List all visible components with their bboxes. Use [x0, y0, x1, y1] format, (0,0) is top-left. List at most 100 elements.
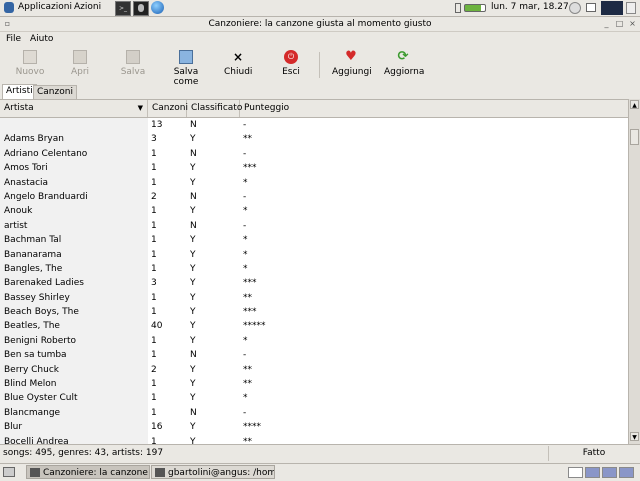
close-button[interactable]: × Chiudi	[224, 50, 252, 77]
table-row[interactable]: Bassey Shirley 1 Y **	[0, 291, 628, 305]
cell-score: ****	[243, 422, 261, 433]
cell-rated: N	[190, 220, 197, 231]
table-row[interactable]: Blind Melon 1 Y **	[0, 377, 628, 391]
table-row[interactable]: Adriano Celentano 1 N -	[0, 147, 628, 161]
open-button[interactable]: Apri	[68, 50, 92, 77]
cell-artist: Amos Tori	[4, 163, 48, 174]
cell-score: **	[243, 134, 252, 145]
window-menu-icon[interactable]: ▫	[3, 19, 12, 28]
table-row[interactable]: Blue Oyster Cult 1 Y *	[0, 391, 628, 405]
window-list-icon[interactable]	[586, 3, 596, 12]
workspace-4[interactable]	[619, 467, 634, 478]
table-row[interactable]: Adams Bryan 3 Y **	[0, 132, 628, 146]
table-row[interactable]: Bananarama 1 Y *	[0, 248, 628, 262]
menu-file[interactable]: File	[6, 34, 21, 44]
artists-list[interactable]: Artista ▼ Canzoni Classificato Punteggio…	[0, 99, 628, 445]
applications-menu[interactable]: Applicazioni	[18, 2, 72, 12]
window-titlebar[interactable]: ▫ Canzoniere: la canzone giusta al momen…	[0, 17, 640, 32]
cell-songs: 1	[151, 235, 157, 246]
network-monitor-icon[interactable]	[601, 1, 623, 15]
tab-bar: Artisti Canzoni	[0, 84, 640, 99]
status-state: Fatto	[548, 446, 639, 461]
close-window-icon[interactable]: ×	[628, 19, 637, 28]
maximize-icon[interactable]: □	[615, 19, 624, 28]
table-row[interactable]: 13 N -	[0, 118, 628, 132]
save-as-button[interactable]: Salva come	[162, 50, 210, 87]
clock[interactable]: lun. 7 mar, 18.27	[491, 2, 569, 12]
cell-artist: Adriano Celentano	[4, 148, 88, 159]
taskbar-item-terminal[interactable]: gbartolini@angus: /home/g	[151, 465, 275, 479]
tab-songs[interactable]: Canzoni	[33, 85, 77, 99]
open-folder-icon	[73, 50, 87, 64]
system-tray-icon[interactable]	[626, 2, 636, 14]
cell-artist: Barenaked Ladies	[4, 278, 84, 289]
table-row[interactable]: Benigni Roberto 1 Y *	[0, 334, 628, 348]
table-row[interactable]: Beatles, The 40 Y *****	[0, 319, 628, 333]
menu-help[interactable]: Aiuto	[30, 34, 53, 44]
scroll-up-icon[interactable]: ▲	[630, 100, 639, 109]
column-header-artist[interactable]: Artista ▼	[0, 100, 148, 117]
table-row[interactable]: Beach Boys, The 1 Y ***	[0, 305, 628, 319]
show-desktop-icon[interactable]	[3, 467, 15, 477]
cell-score: *	[243, 393, 248, 404]
foot-icon[interactable]	[4, 2, 14, 13]
new-label: Nuovo	[15, 67, 45, 77]
cell-songs: 1	[151, 249, 157, 260]
cell-artist: Adams Bryan	[4, 134, 64, 145]
table-row[interactable]: Blancmange 1 N -	[0, 406, 628, 420]
scrollbar-thumb[interactable]	[630, 129, 639, 145]
table-row[interactable]: Anastacia 1 Y *	[0, 176, 628, 190]
cell-artist: Bachman Tal	[4, 235, 62, 246]
scroll-down-icon[interactable]: ▼	[630, 432, 639, 441]
workspace-2[interactable]	[585, 467, 600, 478]
new-button[interactable]: Nuovo	[15, 50, 45, 77]
refresh-button[interactable]: ⟳ Aggiorna	[384, 50, 424, 78]
cell-rated: Y	[190, 321, 196, 332]
minimize-icon[interactable]: _	[602, 19, 611, 28]
vertical-scrollbar[interactable]: ▲ ▼	[628, 99, 640, 444]
cell-rated: N	[190, 120, 197, 130]
cell-songs: 1	[151, 350, 157, 361]
cell-songs: 1	[151, 163, 157, 174]
quit-button[interactable]: ⏻ Esci	[281, 50, 301, 77]
column-header-songs[interactable]: Canzoni	[148, 100, 188, 117]
actions-menu[interactable]: Azioni	[74, 2, 101, 12]
volume-icon[interactable]	[569, 2, 581, 14]
table-row[interactable]: Anouk 1 Y *	[0, 204, 628, 218]
add-button[interactable]: ♥ Aggiungi	[332, 50, 372, 78]
workspace-3[interactable]	[602, 467, 617, 478]
cell-artist: Blur	[4, 422, 23, 433]
table-row[interactable]: artist 1 N -	[0, 219, 628, 233]
cell-rated: N	[190, 148, 197, 159]
table-row[interactable]: Berry Chuck 2 Y **	[0, 363, 628, 377]
cell-artist: Beatles, The	[4, 321, 60, 332]
taskbar-item-canzoniere[interactable]: Canzoniere: la canzone giu	[26, 465, 150, 479]
workspace-1[interactable]	[568, 467, 583, 478]
cell-artist: Anouk	[4, 206, 33, 217]
cell-score: -	[243, 407, 247, 418]
web-browser-icon[interactable]	[151, 1, 164, 14]
table-row[interactable]: Blur 16 Y ****	[0, 420, 628, 434]
cell-rated: Y	[190, 177, 196, 188]
cell-score: -	[243, 191, 247, 202]
save-label: Salva	[120, 67, 146, 77]
table-row[interactable]: Ben sa tumba 1 N -	[0, 348, 628, 362]
save-button[interactable]: Salva	[120, 50, 146, 77]
cell-songs: 1	[151, 263, 157, 274]
cell-rated: Y	[190, 393, 196, 404]
table-row[interactable]: Barenaked Ladies 3 Y ***	[0, 276, 628, 290]
table-row[interactable]: Angelo Branduardi 2 N -	[0, 190, 628, 204]
column-header-score[interactable]: Punteggio	[240, 100, 628, 117]
cell-songs: 1	[151, 335, 157, 346]
table-row[interactable]: Bachman Tal 1 Y *	[0, 233, 628, 247]
cell-score: -	[243, 350, 247, 361]
cell-artist: Blind Melon	[4, 379, 57, 390]
table-row[interactable]: Amos Tori 1 Y ***	[0, 161, 628, 175]
cell-rated: Y	[190, 364, 196, 375]
tab-artists[interactable]: Artisti	[2, 84, 37, 99]
table-row[interactable]: Bangles, The 1 Y *	[0, 262, 628, 276]
column-header-rated[interactable]: Classificato	[187, 100, 242, 117]
terminal-launcher-icon[interactable]: >_	[115, 1, 131, 16]
sort-down-icon: ▼	[137, 104, 143, 112]
app-launcher-icon[interactable]	[133, 1, 149, 16]
